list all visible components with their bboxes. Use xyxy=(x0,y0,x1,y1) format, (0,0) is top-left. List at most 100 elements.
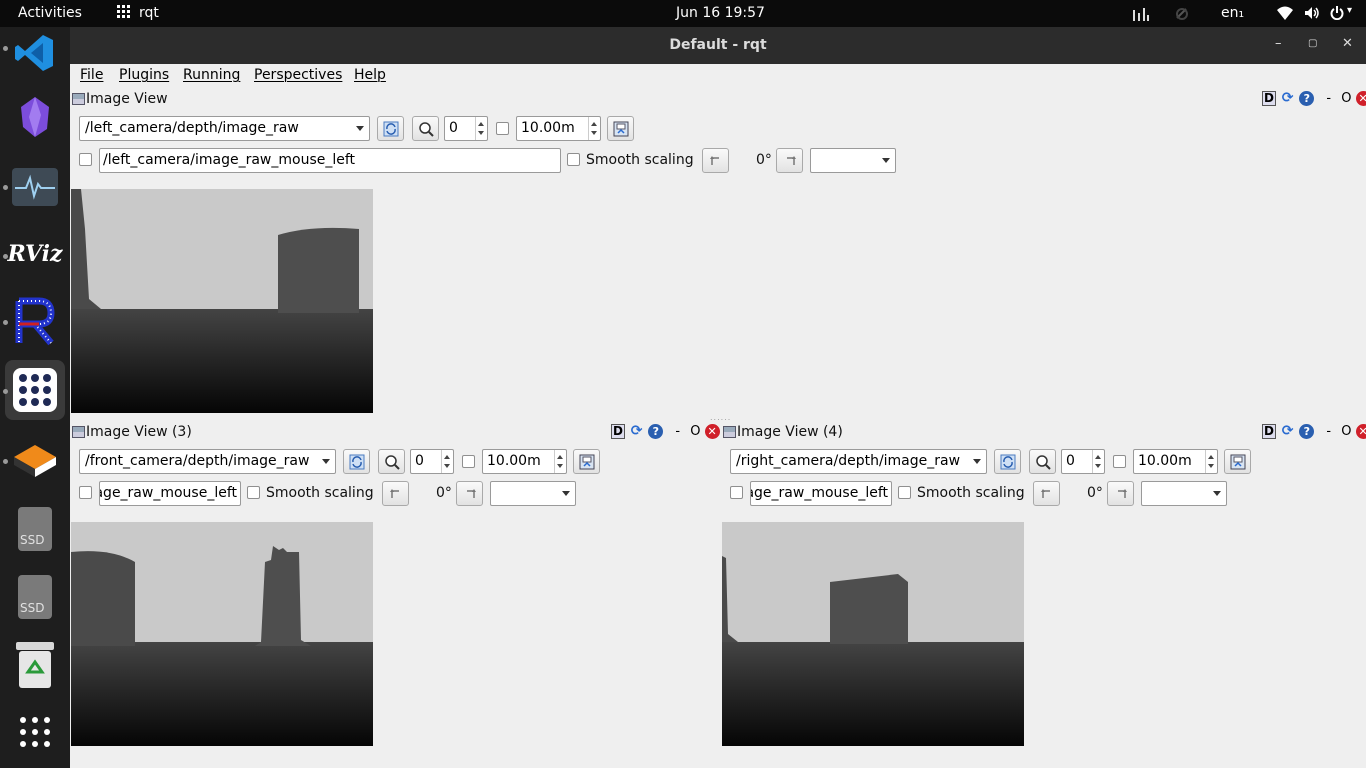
dock-toggle-button[interactable]: D xyxy=(1262,91,1276,106)
save-image-button[interactable] xyxy=(1224,449,1251,474)
activities-button[interactable]: Activities xyxy=(18,5,82,21)
minimize-panel-button[interactable]: - xyxy=(1326,424,1331,439)
power-icon[interactable] xyxy=(1330,6,1344,24)
save-image-button[interactable] xyxy=(607,116,634,141)
minimize-panel-button[interactable]: - xyxy=(675,424,680,439)
help-icon[interactable]: ? xyxy=(648,424,664,439)
menu-plugins[interactable]: Plugins xyxy=(119,67,169,83)
rviz-launcher[interactable]: RViz xyxy=(5,224,65,284)
reload-icon[interactable]: ⟳ xyxy=(1280,91,1295,106)
spin-up-icon[interactable] xyxy=(591,122,597,126)
show-applications-button[interactable] xyxy=(5,702,65,762)
rotate-left-button[interactable] xyxy=(1033,481,1060,506)
close-panel-icon[interactable]: ✕ xyxy=(1355,91,1366,106)
max-depth-spinbox[interactable]: 10.00m xyxy=(516,116,601,141)
max-depth-checkbox[interactable] xyxy=(1113,455,1126,468)
spin-down-icon[interactable] xyxy=(1095,464,1101,468)
refresh-topics-button[interactable] xyxy=(343,449,370,474)
depth-image-front-camera[interactable] xyxy=(71,522,373,746)
save-image-button[interactable] xyxy=(573,449,600,474)
splitter-handle[interactable]: ...... xyxy=(710,413,731,422)
volume-icon[interactable] xyxy=(1304,6,1320,24)
maximize-button[interactable]: ▢ xyxy=(1308,38,1317,49)
float-panel-button[interactable]: O xyxy=(1341,91,1351,106)
rotate-left-button[interactable] xyxy=(702,148,729,173)
menu-running[interactable]: Running xyxy=(183,67,240,83)
ssd-drive-1[interactable]: SSD xyxy=(5,499,65,559)
focused-app-name[interactable]: rqt xyxy=(139,5,159,21)
rqt-launcher[interactable] xyxy=(5,292,65,352)
publish-mouse-checkbox[interactable] xyxy=(730,486,743,499)
spin-up-icon[interactable] xyxy=(444,455,450,459)
system-monitor-launcher[interactable] xyxy=(5,157,65,217)
min-depth-spinbox[interactable]: 0 xyxy=(1061,449,1105,474)
menu-help[interactable]: Help xyxy=(354,67,386,83)
max-depth-checkbox[interactable] xyxy=(496,122,509,135)
vscode-launcher[interactable] xyxy=(5,23,65,83)
mouse-topic-input[interactable]: /front_camera/image_raw_mouse_left xyxy=(99,481,241,506)
minimize-button[interactable]: – xyxy=(1275,36,1282,51)
depth-image-left-camera[interactable] xyxy=(71,189,373,413)
language-indicator[interactable]: en₁ xyxy=(1221,5,1244,21)
spin-up-icon[interactable] xyxy=(478,122,484,126)
wifi-icon[interactable] xyxy=(1277,6,1293,24)
publish-mouse-checkbox[interactable] xyxy=(79,486,92,499)
network-disabled-icon[interactable] xyxy=(1174,6,1190,25)
spin-down-icon[interactable] xyxy=(591,131,597,135)
topic-select[interactable]: /front_camera/depth/image_raw xyxy=(79,449,336,474)
minimize-panel-button[interactable]: - xyxy=(1326,91,1331,106)
min-depth-spinbox[interactable]: 0 xyxy=(410,449,454,474)
spin-down-icon[interactable] xyxy=(1208,464,1214,468)
power-menu-arrow-icon[interactable]: ▾ xyxy=(1347,5,1352,16)
zoom-fit-button[interactable] xyxy=(1029,449,1056,474)
float-panel-button[interactable]: O xyxy=(690,424,700,439)
zoom-fit-button[interactable] xyxy=(378,449,405,474)
rotate-right-button[interactable] xyxy=(456,481,483,506)
max-depth-spinbox[interactable]: 10.00m xyxy=(482,449,567,474)
system-monitor-icon[interactable] xyxy=(1132,6,1150,25)
dock-toggle-button[interactable]: D xyxy=(1262,424,1276,439)
refresh-topics-button[interactable] xyxy=(994,449,1021,474)
color-scheme-select[interactable] xyxy=(810,148,896,173)
color-scheme-select[interactable] xyxy=(1141,481,1227,506)
help-icon[interactable]: ? xyxy=(1299,91,1315,106)
zoom-fit-button[interactable] xyxy=(412,116,439,141)
smooth-scaling-checkbox[interactable] xyxy=(567,153,580,166)
rotate-right-button[interactable] xyxy=(776,148,803,173)
max-depth-spinbox[interactable]: 10.00m xyxy=(1133,449,1218,474)
clock[interactable]: Jun 16 19:57 xyxy=(676,5,765,21)
reload-icon[interactable]: ⟳ xyxy=(1280,424,1295,439)
topic-select[interactable]: /right_camera/depth/image_raw xyxy=(730,449,987,474)
gazebo-launcher[interactable] xyxy=(5,429,65,489)
spin-up-icon[interactable] xyxy=(1095,455,1101,459)
spin-up-icon[interactable] xyxy=(1208,455,1214,459)
spin-down-icon[interactable] xyxy=(557,464,563,468)
menu-perspectives[interactable]: Perspectives xyxy=(254,67,342,83)
min-depth-spinbox[interactable]: 0 xyxy=(444,116,488,141)
smooth-scaling-checkbox[interactable] xyxy=(898,486,911,499)
max-depth-checkbox[interactable] xyxy=(462,455,475,468)
dots-app-launcher[interactable] xyxy=(5,360,65,420)
panel-title[interactable]: Image View (4) xyxy=(737,424,843,440)
help-icon[interactable]: ? xyxy=(1299,424,1315,439)
dock-toggle-button[interactable]: D xyxy=(611,424,625,439)
menu-file[interactable]: File xyxy=(80,67,103,83)
smooth-scaling-checkbox[interactable] xyxy=(247,486,260,499)
close-button[interactable]: ✕ xyxy=(1342,36,1353,51)
mouse-topic-input[interactable]: /left_camera/image_raw_mouse_left xyxy=(99,148,561,173)
spin-up-icon[interactable] xyxy=(557,455,563,459)
topic-select[interactable]: /left_camera/depth/image_raw xyxy=(79,116,370,141)
close-panel-icon[interactable]: ✕ xyxy=(1355,424,1366,439)
reload-icon[interactable]: ⟳ xyxy=(629,424,644,439)
spin-down-icon[interactable] xyxy=(478,131,484,135)
trash-launcher[interactable] xyxy=(5,635,65,695)
mouse-topic-input[interactable]: /right_camera/image_raw_mouse_left xyxy=(750,481,892,506)
panel-title[interactable]: Image View xyxy=(86,91,168,107)
spin-down-icon[interactable] xyxy=(444,464,450,468)
window-titlebar[interactable]: Default - rqt – ▢ ✕ xyxy=(70,27,1366,64)
panel-title[interactable]: Image View (3) xyxy=(86,424,192,440)
rotate-right-button[interactable] xyxy=(1107,481,1134,506)
publish-mouse-checkbox[interactable] xyxy=(79,153,92,166)
depth-image-right-camera[interactable] xyxy=(722,522,1024,746)
float-panel-button[interactable]: O xyxy=(1341,424,1351,439)
